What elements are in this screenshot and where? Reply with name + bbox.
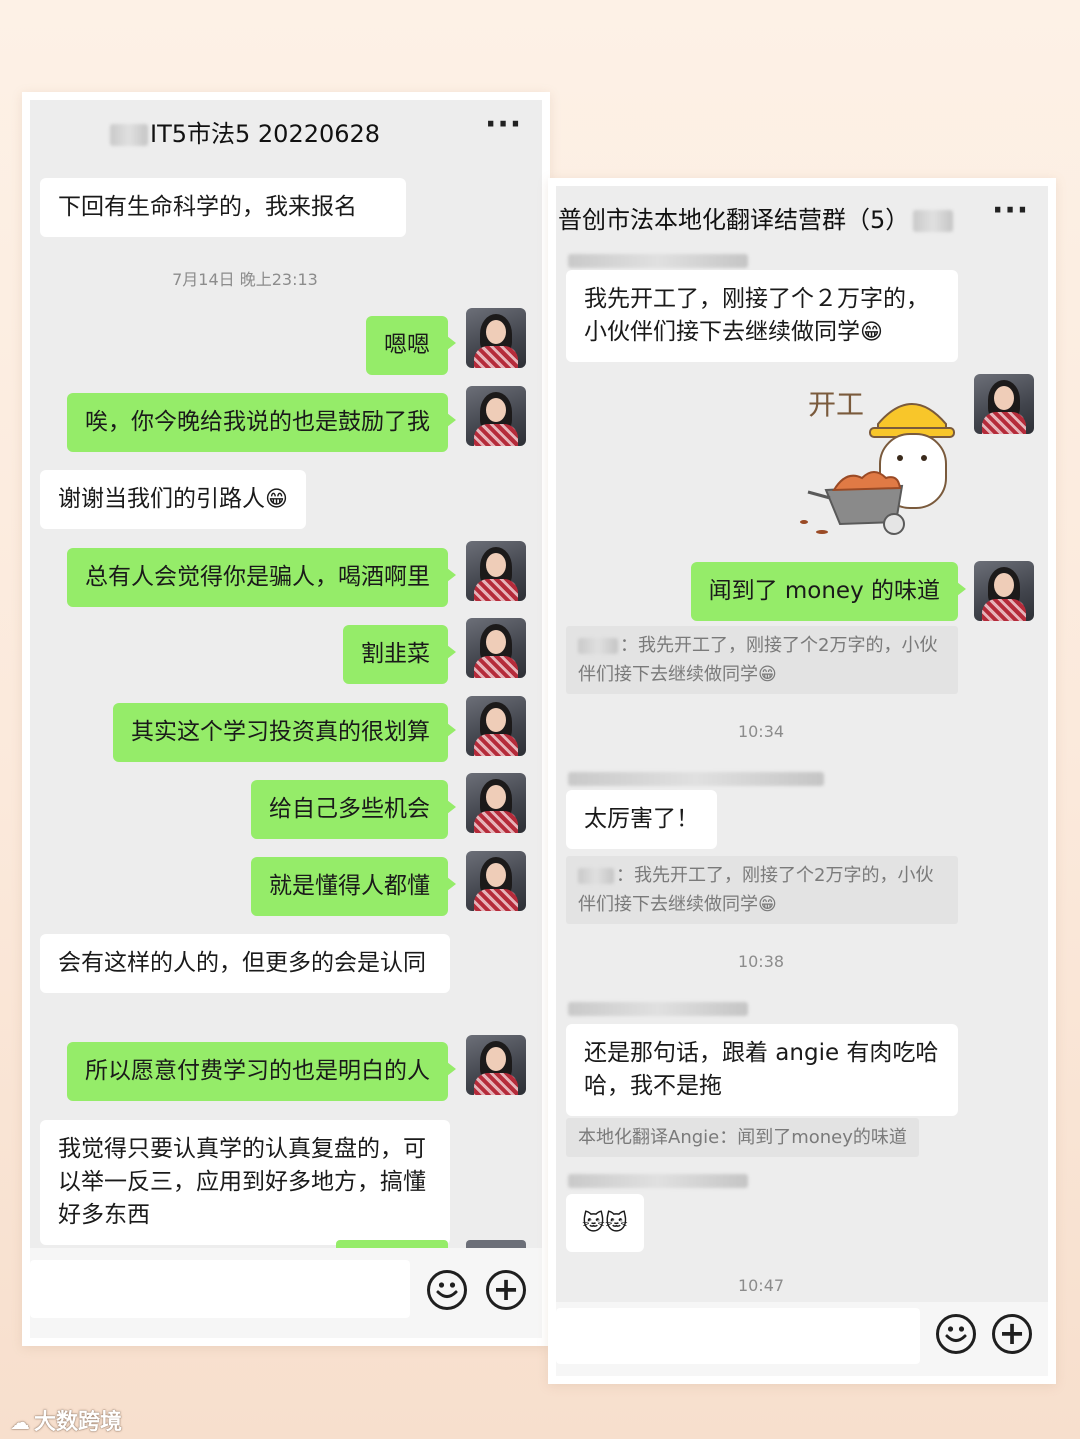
message-sent: 其实这个学习投资真的很划算 [113, 703, 456, 762]
message-input[interactable] [30, 1260, 410, 1318]
redacted-sender [568, 772, 824, 786]
message-received: 我先开工了，刚接了个２万字的，小伙伴们接下去继续做同学😁 [566, 270, 958, 362]
plus-icon[interactable]: + [486, 1270, 526, 1310]
redacted-name [578, 638, 618, 654]
message-sent: 嗯嗯 [366, 316, 456, 375]
redacted-sender [568, 1002, 748, 1016]
input-bar: + [30, 1240, 542, 1338]
chat-header: IT5市法5 20220628 ··· [30, 100, 542, 164]
kaigong-sticker: 开工 [800, 389, 955, 535]
avatar[interactable] [466, 851, 526, 911]
quoted-message: 本地化翻译Angie：闻到了money的味道 [566, 1118, 919, 1157]
chat-title: IT5市法5 20220628 [110, 114, 380, 149]
message-sent: 割韭菜 [343, 625, 456, 684]
avatar[interactable] [466, 386, 526, 446]
message-sent: 给自己多些机会 [251, 780, 456, 839]
plus-icon[interactable]: + [992, 1314, 1032, 1354]
redacted-name [110, 124, 148, 146]
redacted-name [913, 210, 954, 232]
message-sent: 所以愿意付费学习的也是明白的人 [67, 1042, 456, 1101]
emoji-icon[interactable] [936, 1314, 976, 1354]
more-icon[interactable]: ··· [992, 196, 1029, 226]
watermark-text: 大数跨境 [34, 1410, 123, 1435]
message-received: 会有这样的人的，但更多的会是认同 [40, 934, 450, 993]
message-received: 下回有生命科学的，我来报名 [40, 178, 406, 237]
redacted-sender [568, 254, 748, 268]
left-chat-screenshot: IT5市法5 20220628 ··· 下回有生命科学的，我来报名 7月14日 … [22, 92, 550, 1346]
cat-emoji-icon: 🐱🐱 [582, 1211, 628, 1236]
avatar[interactable] [466, 541, 526, 601]
message-received: 还是那句话，跟着 angie 有肉吃哈哈，我不是拖 [566, 1024, 958, 1116]
chat-title: 普创市法本地化翻译结营群（5） [558, 200, 954, 235]
avatar[interactable] [466, 773, 526, 833]
grin-emoji-icon: 😁 [758, 664, 777, 685]
avatar-partial [466, 1240, 526, 1248]
avatar[interactable] [466, 308, 526, 368]
avatar[interactable] [974, 374, 1034, 434]
message-sent: 就是懂得人都懂 [251, 857, 456, 916]
message-sent: 闻到了 money 的味道 [690, 562, 967, 621]
message-sent-partial [336, 1240, 448, 1248]
sticker-text: 开工 [808, 389, 864, 420]
avatar[interactable] [974, 561, 1034, 621]
grin-emoji-icon: 😁 [265, 487, 288, 512]
timestamp: 10:34 [737, 722, 785, 741]
watermark: ☁ 大数跨境 [10, 1404, 122, 1436]
right-chat-screenshot: 普创市法本地化翻译结营群（5） ··· 我先开工了，刚接了个２万字的，小伙伴们接… [548, 178, 1056, 1384]
message-input[interactable] [556, 1308, 920, 1364]
redacted-sender [568, 1174, 748, 1188]
avatar[interactable] [466, 618, 526, 678]
timestamp: 10:38 [737, 952, 785, 971]
avatar[interactable] [466, 696, 526, 756]
input-bar: + [556, 1302, 1048, 1376]
timestamp: 7月14日 晚上23:13 [172, 270, 318, 289]
grin-emoji-icon: 😁 [860, 320, 883, 345]
message-sent: 唉，你今晚给我说的也是鼓励了我 [67, 393, 456, 452]
emoji-icon[interactable] [427, 1270, 467, 1310]
quoted-message: ：我先开工了，刚接了个2万字的，小伙伴们接下去继续做同学😁 [566, 856, 958, 924]
message-received: 谢谢当我们的引路人😁 [40, 470, 306, 529]
message-received: 🐱🐱 [566, 1194, 644, 1252]
avatar[interactable] [466, 1035, 526, 1095]
more-icon[interactable]: ··· [485, 110, 522, 140]
redacted-name [578, 868, 614, 884]
cloud-logo-icon: ☁ [10, 1410, 30, 1434]
quoted-message: ：我先开工了，刚接了个2万字的，小伙伴们接下去继续做同学😁 [566, 626, 958, 694]
message-sent: 总有人会觉得你是骗人，喝酒啊里 [67, 548, 456, 607]
grin-emoji-icon: 😁 [758, 894, 777, 915]
chat-header: 普创市法本地化翻译结营群（5） ··· [556, 186, 1048, 250]
message-received: 我觉得只要认真学的认真复盘的，可以举一反三，应用到好多地方，搞懂好多东西 [40, 1120, 450, 1245]
timestamp: 10:47 [737, 1276, 785, 1295]
message-received: 太厉害了！ [566, 790, 717, 849]
